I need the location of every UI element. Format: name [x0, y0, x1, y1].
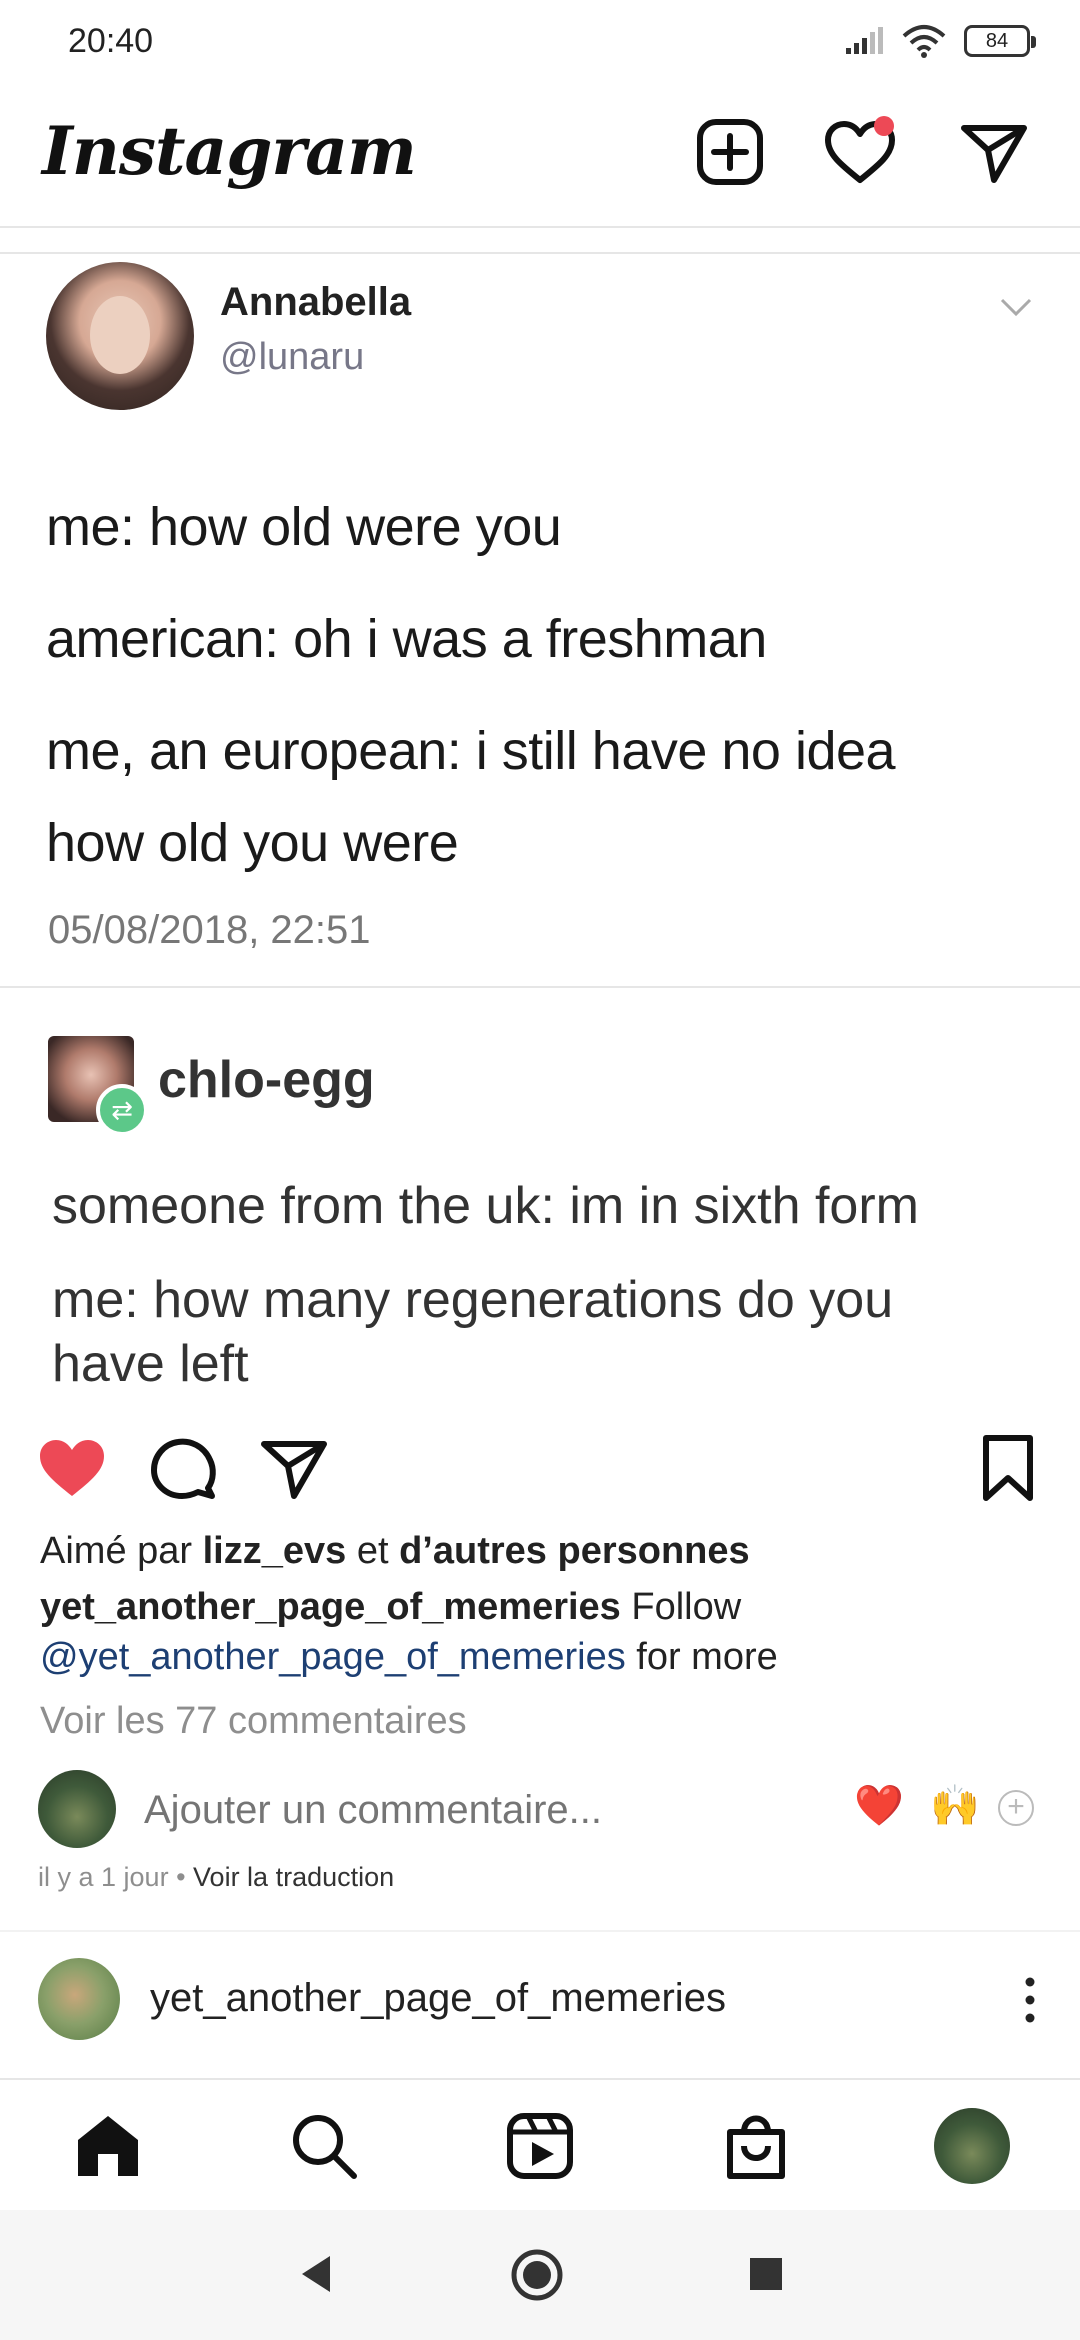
- caption-text: Follow: [620, 1586, 742, 1628]
- likes-others[interactable]: d’autres personnes: [399, 1530, 750, 1572]
- avatar[interactable]: [38, 1958, 120, 2040]
- avatar: [38, 1770, 116, 1848]
- view-comments-link[interactable]: Voir les 77 commentaires: [40, 1700, 467, 1743]
- tumblr-text-line: me: how many regenerations do you: [52, 1271, 894, 1329]
- wifi-icon: [902, 25, 946, 58]
- post-time: il y a 1 jour: [38, 1862, 169, 1892]
- caption-more: for more: [625, 1636, 778, 1678]
- reblog-icon: ⇄: [96, 1084, 148, 1136]
- post-caption: yet_another_page_of_memeries Follow: [40, 1586, 741, 1629]
- profile-avatar[interactable]: [934, 2108, 1010, 2184]
- quick-emoji-heart[interactable]: ❤️: [854, 1782, 904, 1829]
- tweet-avatar: [46, 262, 194, 410]
- search-icon[interactable]: [288, 2110, 360, 2182]
- post-username[interactable]: yet_another_page_of_memeries: [150, 1976, 726, 2021]
- status-time: 20:40: [68, 22, 154, 60]
- meta-separator: •: [168, 1862, 194, 1892]
- shop-icon[interactable]: [720, 2110, 792, 2182]
- tumblr-text-line: have left: [52, 1335, 249, 1393]
- divider: [0, 986, 1080, 988]
- app-header: Instagram: [0, 84, 1080, 228]
- more-options-icon[interactable]: [1020, 1976, 1040, 2024]
- tweet-text-line: me, an european: i still have no idea: [46, 721, 896, 781]
- tweet-author-handle: @lunaru: [220, 336, 365, 378]
- liker-username[interactable]: lizz_evs: [203, 1530, 347, 1572]
- recents-icon[interactable]: [748, 2256, 784, 2292]
- quick-emoji-raised-hands[interactable]: 🙌: [930, 1782, 980, 1829]
- comment-icon[interactable]: [146, 1432, 218, 1504]
- tweet-text-line: me: how old were you: [46, 497, 562, 557]
- tweet-text-line: american: oh i was a freshman: [46, 609, 767, 669]
- caption-mention[interactable]: @yet_another_page_of_memeries: [40, 1636, 626, 1678]
- direct-message-icon[interactable]: [956, 114, 1032, 190]
- back-icon[interactable]: [296, 2252, 336, 2296]
- home-icon[interactable]: [72, 2110, 144, 2182]
- tweet-author-name: Annabella: [220, 280, 412, 324]
- divider: [0, 1930, 1080, 1932]
- home-nav-icon[interactable]: [510, 2248, 564, 2302]
- comment-input[interactable]: [144, 1788, 824, 1833]
- post-meta: il y a 1 jour • Voir la traduction: [38, 1862, 394, 1893]
- caption-username[interactable]: yet_another_page_of_memeries: [40, 1586, 621, 1628]
- share-icon[interactable]: [258, 1432, 330, 1504]
- status-bar: 20:40 84: [0, 0, 1080, 84]
- battery-indicator: 84: [964, 25, 1036, 57]
- bookmark-icon[interactable]: [972, 1432, 1044, 1504]
- chevron-down-icon: [1000, 298, 1032, 317]
- translate-link[interactable]: Voir la traduction: [193, 1862, 394, 1892]
- tumblr-text-line: someone from the uk: im in sixth form: [52, 1177, 919, 1235]
- reels-icon[interactable]: [504, 2110, 576, 2182]
- post-caption-line: @yet_another_page_of_memeries for more: [40, 1636, 778, 1679]
- likes-mid: et: [346, 1530, 400, 1572]
- bottom-tab-bar: [0, 2078, 1080, 2210]
- status-icons: 84: [844, 24, 1036, 58]
- like-heart-icon[interactable]: [36, 1432, 108, 1504]
- signal-icon: [846, 27, 883, 54]
- tumblr-username: chlo-egg: [158, 1051, 375, 1109]
- tweet-date: 05/08/2018, 22:51: [48, 908, 371, 952]
- add-emoji-icon[interactable]: +: [998, 1790, 1034, 1826]
- divider: [0, 252, 1080, 254]
- add-post-icon[interactable]: [692, 114, 768, 190]
- tweet-text-line: how old you were: [46, 813, 459, 873]
- likes-summary[interactable]: Aimé par lizz_evs et d’autres personnes: [40, 1530, 750, 1573]
- system-nav-bar: [0, 2210, 1080, 2340]
- heart-notification-icon[interactable]: [822, 114, 898, 190]
- instagram-logo: Instagram: [42, 112, 417, 190]
- likes-prefix: Aimé par: [40, 1530, 203, 1572]
